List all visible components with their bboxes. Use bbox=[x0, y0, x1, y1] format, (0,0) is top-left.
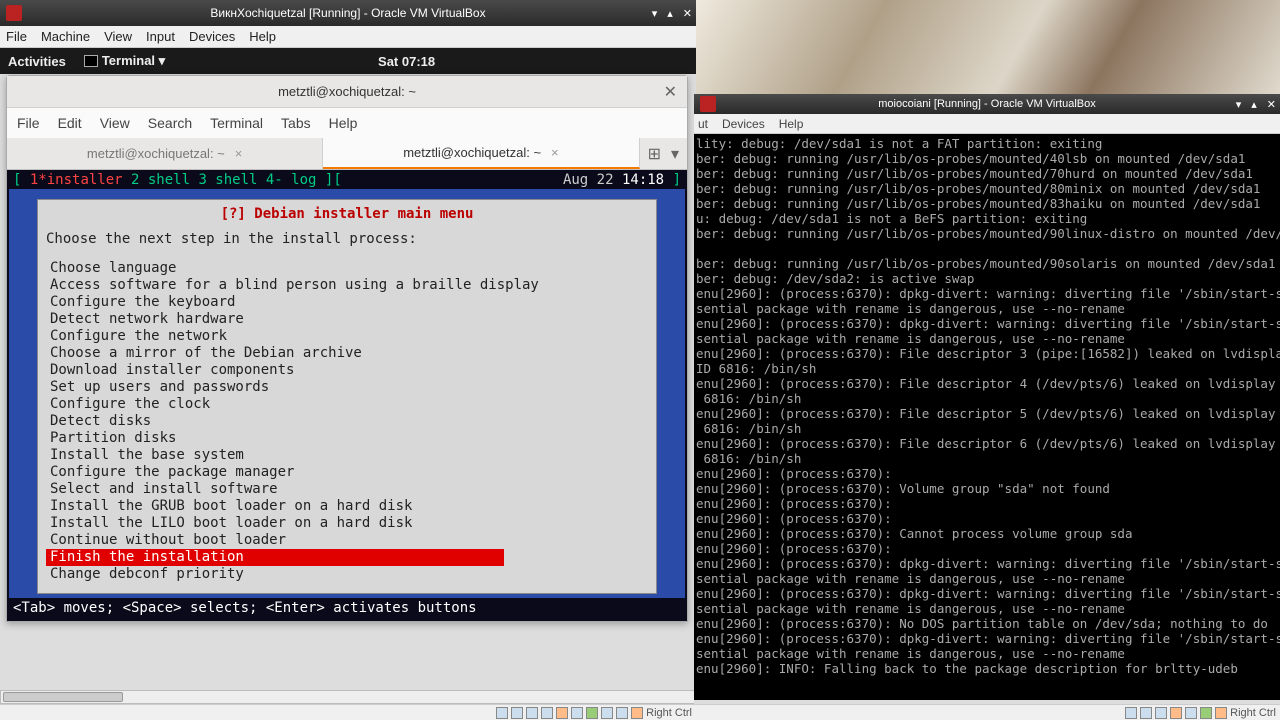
installer-menu-item[interactable]: Install the GRUB boot loader on a hard d… bbox=[46, 498, 648, 515]
installer-menu-item[interactable]: Configure the package manager bbox=[46, 464, 648, 481]
virtualbox-window-left: ВикнXochiquetzal [Running] - Oracle VM V… bbox=[0, 0, 696, 720]
installer-menu-item[interactable]: Finish the installation bbox=[46, 549, 504, 566]
menu-machine[interactable]: Machine bbox=[41, 29, 90, 44]
installer-menu-item[interactable]: Continue without boot loader bbox=[46, 532, 648, 549]
gnome-terminal-menubar: File Edit View Search Terminal Tabs Help bbox=[7, 108, 687, 138]
vbox-statusbar-right: Right Ctrl bbox=[694, 704, 1280, 720]
installer-menu-item[interactable]: Download installer components bbox=[46, 362, 648, 379]
installer-menu-item[interactable]: Access software for a blind person using… bbox=[46, 277, 648, 294]
gnome-terminal-title: metztli@xochiquetzal: ~ bbox=[278, 84, 416, 99]
menu-help-right[interactable]: Help bbox=[779, 117, 804, 131]
status-net-icon[interactable] bbox=[541, 707, 553, 719]
status-display-icon[interactable] bbox=[571, 707, 583, 719]
menu-input[interactable]: Input bbox=[146, 29, 175, 44]
installer-menu-list: Choose languageAccess software for a bli… bbox=[46, 260, 648, 583]
installer-menu-item[interactable]: Change debconf priority bbox=[46, 566, 648, 583]
close-button[interactable]: ✕ bbox=[1267, 98, 1276, 111]
maximize-button[interactable]: ▴ bbox=[667, 7, 673, 20]
close-tab-icon[interactable]: × bbox=[235, 146, 243, 161]
status-shared-icon[interactable] bbox=[556, 707, 568, 719]
status-hd-icon[interactable] bbox=[1125, 707, 1137, 719]
installer-dialog: [?] Debian installer main menu Choose th… bbox=[37, 199, 657, 594]
installer-menu-item[interactable]: Detect network hardware bbox=[46, 311, 648, 328]
menu-help[interactable]: Help bbox=[249, 29, 276, 44]
status-shared-icon[interactable] bbox=[1170, 707, 1182, 719]
installer-menu-item[interactable]: Detect disks bbox=[46, 413, 648, 430]
installer-background: [?] Debian installer main menu Choose th… bbox=[9, 189, 685, 598]
status-rec-icon[interactable] bbox=[586, 707, 598, 719]
status-cd-icon[interactable] bbox=[1140, 707, 1152, 719]
host-key-indicator[interactable]: Right Ctrl bbox=[646, 707, 692, 719]
vbox-titlebar[interactable]: ВикнXochiquetzal [Running] - Oracle VM V… bbox=[0, 0, 696, 26]
maximize-button[interactable]: ▴ bbox=[1251, 98, 1257, 111]
gnome-clock[interactable]: Sat 07:18 bbox=[378, 54, 435, 69]
terminal-icon bbox=[84, 55, 98, 67]
status-cd-icon[interactable] bbox=[511, 707, 523, 719]
installer-menu-item[interactable]: Configure the clock bbox=[46, 396, 648, 413]
terminal-tab-1[interactable]: metztli@xochiquetzal: ~× bbox=[7, 138, 323, 169]
status-display-icon[interactable] bbox=[1185, 707, 1197, 719]
terminal-viewport[interactable]: [ 1*installer 2 shell 3 shell 4- log ][ … bbox=[7, 170, 687, 621]
installer-menu-item[interactable]: Configure the network bbox=[46, 328, 648, 345]
gnome-terminal-window: metztli@xochiquetzal: ~ ✕ File Edit View… bbox=[6, 75, 688, 622]
terminal-tab-2[interactable]: metztli@xochiquetzal: ~× bbox=[323, 138, 639, 169]
menu-input-right[interactable]: ut bbox=[698, 117, 708, 131]
gtmenu-view[interactable]: View bbox=[100, 115, 130, 131]
host-key-indicator-right[interactable]: Right Ctrl bbox=[1230, 707, 1276, 719]
screen-status-line: [ 1*installer 2 shell 3 shell 4- log ][ … bbox=[9, 172, 685, 189]
scrollbar-thumb[interactable] bbox=[3, 692, 123, 702]
minimize-button[interactable]: ▾ bbox=[1236, 98, 1242, 111]
menu-file[interactable]: File bbox=[6, 29, 27, 44]
gtmenu-help[interactable]: Help bbox=[329, 115, 358, 131]
gtmenu-terminal[interactable]: Terminal bbox=[210, 115, 263, 131]
status-mouse-icon[interactable] bbox=[631, 707, 643, 719]
vbox-window-title-right: moiocoiani [Running] - Oracle VM Virtual… bbox=[694, 98, 1280, 110]
new-tab-button[interactable]: ⊞ bbox=[648, 144, 661, 164]
host-desktop-background bbox=[696, 0, 1280, 94]
horizontal-scrollbar[interactable] bbox=[0, 690, 696, 704]
gnome-top-bar: Activities Terminal ▾ Sat 07:18 bbox=[0, 48, 696, 74]
menu-devices-right[interactable]: Devices bbox=[722, 117, 765, 131]
status-hd-icon[interactable] bbox=[496, 707, 508, 719]
installer-menu-item[interactable]: Set up users and passwords bbox=[46, 379, 648, 396]
installer-menu-item[interactable]: Choose language bbox=[46, 260, 648, 277]
terminal-app-indicator[interactable]: Terminal ▾ bbox=[84, 53, 165, 69]
status-clip-icon[interactable] bbox=[616, 707, 628, 719]
vbox-menubar-right: ut Devices Help bbox=[694, 114, 1280, 134]
installer-menu-item[interactable]: Select and install software bbox=[46, 481, 648, 498]
installer-menu-item[interactable]: Choose a mirror of the Debian archive bbox=[46, 345, 648, 362]
gtmenu-edit[interactable]: Edit bbox=[58, 115, 82, 131]
minimize-button[interactable]: ▾ bbox=[652, 7, 658, 20]
tab-dropdown-button[interactable]: ▾ bbox=[671, 144, 679, 164]
status-rec-icon[interactable] bbox=[1200, 707, 1212, 719]
installer-menu-item[interactable]: Partition disks bbox=[46, 430, 648, 447]
syslog-terminal[interactable]: lity: debug: /dev/sda1 is not a FAT part… bbox=[694, 134, 1280, 700]
gtmenu-file[interactable]: File bbox=[17, 115, 40, 131]
vbox-statusbar: Right Ctrl bbox=[0, 704, 696, 720]
gtmenu-search[interactable]: Search bbox=[148, 115, 192, 131]
close-tab-icon[interactable]: × bbox=[551, 145, 559, 160]
vbox-window-title: ВикнXochiquetzal [Running] - Oracle VM V… bbox=[0, 6, 696, 20]
dialog-title: [?] Debian installer main menu bbox=[221, 206, 474, 222]
status-mouse-icon[interactable] bbox=[1215, 707, 1227, 719]
gnome-terminal-titlebar[interactable]: metztli@xochiquetzal: ~ ✕ bbox=[7, 76, 687, 108]
status-net-icon[interactable] bbox=[1155, 707, 1167, 719]
dialog-prompt: Choose the next step in the install proc… bbox=[46, 231, 648, 248]
menu-view[interactable]: View bbox=[104, 29, 132, 44]
vbox-menubar: File Machine View Input Devices Help bbox=[0, 26, 696, 48]
installer-menu-item[interactable]: Install the base system bbox=[46, 447, 648, 464]
installer-menu-item[interactable]: Configure the keyboard bbox=[46, 294, 648, 311]
virtualbox-window-right: moiocoiani [Running] - Oracle VM Virtual… bbox=[694, 94, 1280, 720]
installer-menu-item[interactable]: Install the LILO boot loader on a hard d… bbox=[46, 515, 648, 532]
close-button[interactable]: ✕ bbox=[683, 7, 692, 20]
gtmenu-tabs[interactable]: Tabs bbox=[281, 115, 311, 131]
status-usb-icon[interactable] bbox=[526, 707, 538, 719]
status-audio-icon[interactable] bbox=[601, 707, 613, 719]
installer-help-line: <Tab> moves; <Space> selects; <Enter> ac… bbox=[9, 598, 685, 619]
activities-button[interactable]: Activities bbox=[8, 54, 66, 69]
gnome-terminal-close-button[interactable]: ✕ bbox=[664, 82, 677, 102]
menu-devices[interactable]: Devices bbox=[189, 29, 235, 44]
vbox-titlebar-right[interactable]: moiocoiani [Running] - Oracle VM Virtual… bbox=[694, 94, 1280, 114]
gnome-terminal-tabbar: metztli@xochiquetzal: ~× metztli@xochiqu… bbox=[7, 138, 687, 170]
